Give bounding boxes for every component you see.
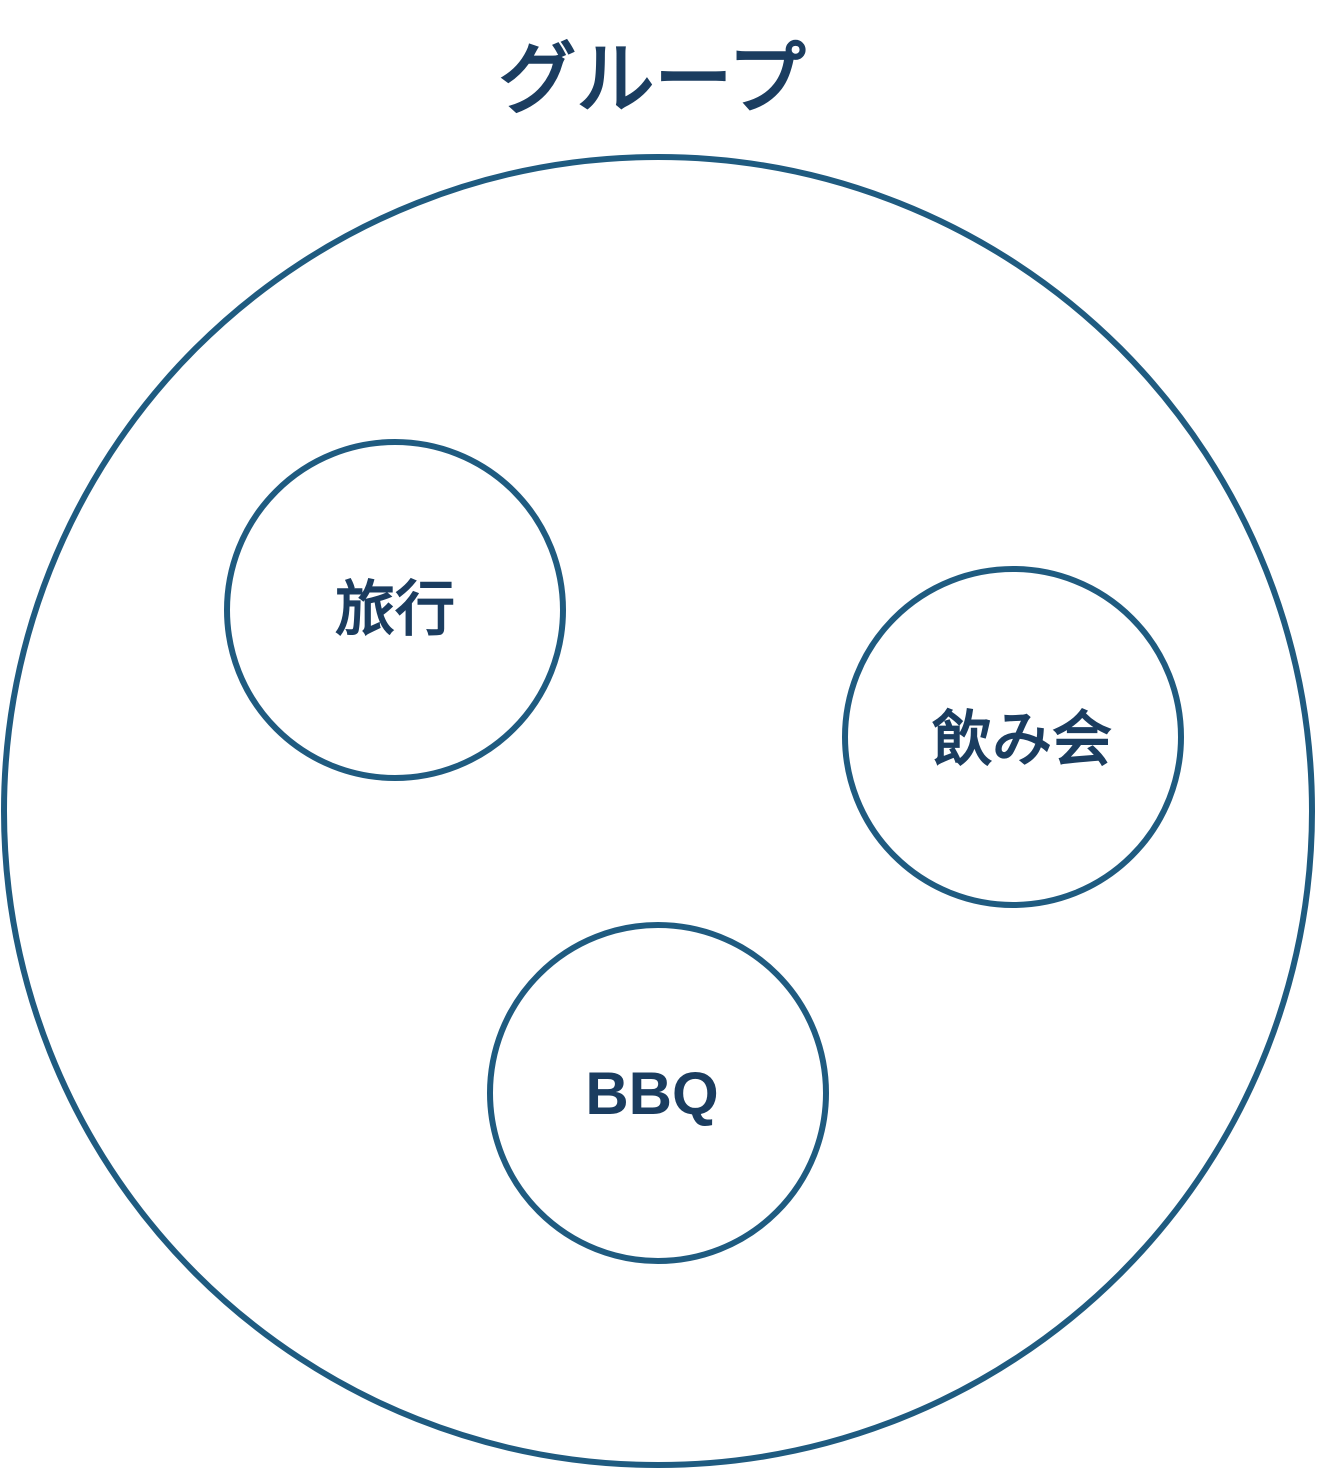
drinking-party-label: 飲み会 bbox=[932, 705, 1112, 775]
diagram-title: グループ bbox=[498, 35, 805, 125]
group-node-travel: 旅行 bbox=[224, 439, 566, 781]
group-node-bbq: BBQ bbox=[487, 922, 829, 1264]
travel-label: 旅行 bbox=[335, 575, 455, 645]
outer-group-circle bbox=[1, 154, 1315, 1468]
bbq-label: BBQ bbox=[585, 1060, 718, 1127]
group-node-drinking-party: 飲み会 bbox=[842, 566, 1184, 908]
group-diagram: グループ 旅行 飲み会 BBQ bbox=[1, 35, 1315, 1468]
